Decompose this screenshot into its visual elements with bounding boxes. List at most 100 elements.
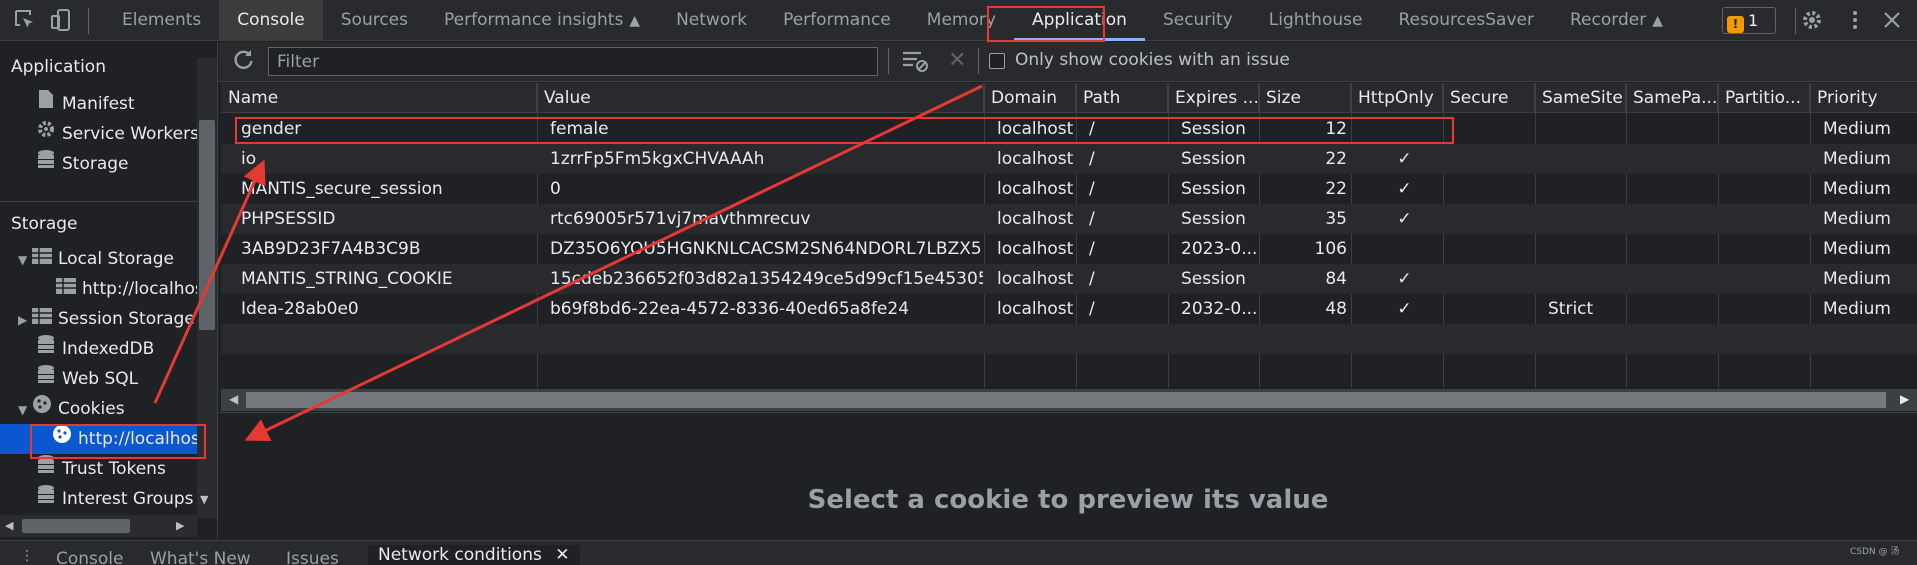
grid-table-icon [56, 274, 76, 304]
scroll-down-arrow-icon[interactable]: ▼ [200, 493, 208, 506]
cell-httponly: ✓ [1397, 149, 1412, 169]
cell-domain: localhost [997, 269, 1074, 289]
annotation-box-application-tab [987, 6, 1105, 42]
column-header-size[interactable]: Size [1259, 83, 1351, 113]
cell-priority: Medium [1823, 269, 1891, 289]
tab-console[interactable]: Console [219, 0, 323, 41]
refresh-icon[interactable] [233, 49, 255, 76]
tab-performance-insights[interactable]: Performance insights ▲ [426, 0, 658, 41]
cookie-row[interactable]: PHPSESSID rtc69005r571vj7mavthmrecuv local… [221, 204, 1917, 234]
drawer-tab-console[interactable]: Console [56, 549, 124, 565]
sidebar-item-service-workers[interactable]: Service Workers [36, 119, 199, 149]
inspect-element-icon[interactable] [12, 7, 38, 33]
drawer-tab-issues[interactable]: Issues [286, 549, 339, 565]
only-issues-checkbox[interactable] [989, 53, 1005, 69]
experimental-flask-icon: ▲ [1652, 13, 1663, 29]
tab-network[interactable]: Network [658, 0, 765, 41]
sidebar-item-local-storage[interactable]: ▼ Local Storage [18, 244, 174, 274]
drawer-tab-network-conditions[interactable]: Network conditions ✕ [368, 545, 580, 565]
column-header-expires[interactable]: Expires ... [1168, 83, 1259, 113]
close-tab-icon[interactable]: ✕ [555, 545, 569, 565]
column-header-value[interactable]: Value [537, 83, 984, 113]
column-header-name[interactable]: Name [221, 83, 537, 113]
sidebar-item-manifest[interactable]: Manifest [36, 89, 135, 119]
empty-row [221, 354, 1917, 384]
experimental-flask-icon: ▲ [629, 13, 641, 29]
cell-name: 3AB9D23F7A4B3C9B [241, 239, 421, 259]
tab-lighthouse[interactable]: Lighthouse [1251, 0, 1381, 41]
scroll-right-arrow-icon[interactable]: ▶ [176, 519, 184, 532]
cell-domain: localhost [997, 299, 1074, 319]
tab-sources[interactable]: Sources [323, 0, 426, 41]
toolbar-divider [1795, 8, 1796, 34]
column-header-priority[interactable]: Priority [1810, 83, 1917, 113]
clear-filtered-cookies-icon[interactable] [902, 50, 928, 77]
cookie-row[interactable]: MANTIS_secure_session 0 localhost / Session 2… [221, 174, 1917, 204]
collapsed-triangle-icon[interactable]: ▶ [18, 305, 32, 335]
settings-gear-icon[interactable] [1800, 8, 1826, 34]
cookie-preview-pane [219, 412, 1917, 540]
cell-value: rtc69005r571vj7mavthmrecuv [550, 209, 811, 229]
cookie-row[interactable]: io 1zrrFp5Fm5kgxCHVAAAh localhost / Session 2… [221, 144, 1917, 174]
column-header-partition[interactable]: Partitio... [1718, 83, 1810, 113]
sidebar-item-session-storage[interactable]: ▶ Session Storage [18, 304, 195, 334]
table-horizontal-scroll-thumb[interactable] [246, 392, 1886, 408]
cell-path: / [1089, 209, 1095, 229]
cookie-row[interactable]: MANTIS_STRING_COOKIE 15cdeb236652f03d82a1… [221, 264, 1917, 294]
drawer-tab-whats-new[interactable]: What's New [150, 549, 251, 565]
cell-path: / [1089, 299, 1095, 319]
cookie-row[interactable]: Idea-28ab0e0 b69f8bd6-22ea-4572-8336-40ed… [221, 294, 1917, 324]
cell-samesite: Strict [1548, 299, 1594, 319]
preview-empty-message: Select a cookie to preview its value [807, 485, 1329, 515]
cell-size: 48 [1325, 299, 1347, 319]
cell-path: / [1089, 179, 1095, 199]
cell-priority: Medium [1823, 149, 1891, 169]
device-toolbar-icon[interactable] [48, 7, 74, 33]
sidebar-item-interest-groups[interactable]: Interest Groups [36, 484, 194, 514]
cell-value: 0 [550, 179, 561, 199]
sidebar-item-web-sql[interactable]: Web SQL [36, 364, 138, 394]
file-icon [36, 89, 56, 119]
annotation-box-cookies-localhost [30, 424, 206, 459]
tab-resourcessaver[interactable]: ResourcesSaver [1380, 0, 1552, 41]
sidebar-vertical-scroll-thumb[interactable] [199, 120, 215, 330]
database-icon [36, 364, 56, 394]
cell-name: MANTIS_secure_session [241, 179, 443, 199]
sidebar-horizontal-scroll-thumb[interactable] [22, 519, 130, 533]
scroll-left-arrow-icon[interactable]: ◀ [229, 392, 238, 406]
column-header-sameparty[interactable]: SamePa... [1626, 83, 1718, 113]
sidebar-item-cookies[interactable]: ▼ Cookies [18, 394, 125, 424]
issues-badge[interactable]: ! 1 [1722, 7, 1776, 34]
cell-httponly: ✓ [1397, 269, 1412, 289]
column-header-samesite[interactable]: SameSite [1535, 83, 1626, 113]
grid-table-icon [32, 304, 52, 334]
delete-all-cookies-icon[interactable]: ✕ [948, 48, 966, 73]
filter-input[interactable] [268, 47, 878, 76]
column-header-secure[interactable]: Secure [1443, 83, 1535, 113]
cell-secure [1449, 174, 1537, 204]
sidebar-item-local-storage-localhost[interactable]: http://localhost [56, 274, 210, 304]
column-header-httponly[interactable]: HttpOnly [1351, 83, 1443, 113]
tab-recorder[interactable]: Recorder ▲ [1552, 0, 1681, 41]
scroll-left-arrow-icon[interactable]: ◀ [5, 519, 13, 532]
scroll-right-arrow-icon[interactable]: ▶ [1900, 392, 1909, 406]
sidebar-item-indexeddb[interactable]: IndexedDB [36, 334, 154, 364]
expanded-triangle-icon[interactable]: ▼ [18, 395, 32, 425]
close-devtools-icon[interactable] [1880, 8, 1906, 34]
expanded-triangle-icon[interactable]: ▼ [18, 245, 32, 275]
cell-samesite [1541, 144, 1629, 174]
database-icon [36, 149, 56, 179]
cookie-row[interactable]: 3AB9D23F7A4B3C9B DZ35O6YOU5HGNKNLCACSM2SN… [221, 234, 1917, 264]
cell-domain: localhost [997, 239, 1074, 259]
column-header-path[interactable]: Path [1076, 83, 1168, 113]
cookie-icon [32, 394, 52, 424]
drawer-menu-icon[interactable]: ⋮ [20, 548, 34, 564]
sidebar-item-storage[interactable]: Storage [36, 149, 129, 179]
cell-expires: Session [1181, 179, 1246, 199]
tab-security[interactable]: Security [1145, 0, 1251, 41]
cell-secure [1449, 114, 1537, 144]
column-header-domain[interactable]: Domain [984, 83, 1076, 113]
more-options-icon[interactable] [1843, 8, 1869, 34]
tab-performance[interactable]: Performance [765, 0, 909, 41]
tab-elements[interactable]: Elements [104, 0, 219, 41]
